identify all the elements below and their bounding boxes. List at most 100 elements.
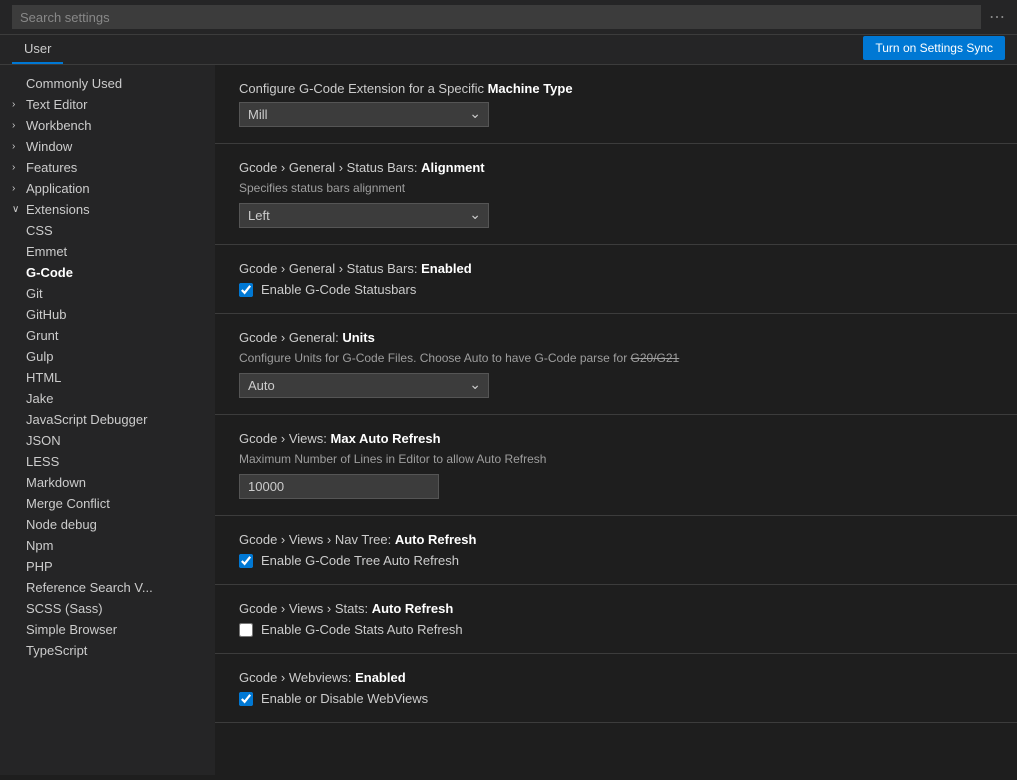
status-bar-alignment-label: Gcode › General › Status Bars: Alignment bbox=[239, 160, 993, 175]
sidebar-item-label: Npm bbox=[26, 538, 53, 553]
webviews-enabled-label-text: Enable or Disable WebViews bbox=[261, 691, 428, 706]
units-desc: Configure Units for G-Code Files. Choose… bbox=[239, 351, 993, 365]
status-bar-alignment-select[interactable]: Left Right Center bbox=[239, 203, 489, 228]
sidebar-item-javascript-debugger[interactable]: JavaScript Debugger bbox=[0, 409, 215, 430]
sidebar-item-merge-conflict[interactable]: Merge Conflict bbox=[0, 493, 215, 514]
sidebar-item-commonly-used[interactable]: Commonly Used bbox=[0, 73, 215, 94]
tab-bar: User Turn on Settings Sync bbox=[0, 35, 1017, 65]
sidebar-item-node-debug[interactable]: Node debug bbox=[0, 514, 215, 535]
sidebar-item-application[interactable]: › Application bbox=[0, 178, 215, 199]
stats-auto-refresh-label: Gcode › Views › Stats: Auto Refresh bbox=[239, 601, 993, 616]
sidebar-item-json[interactable]: JSON bbox=[0, 430, 215, 451]
sidebar-item-label: Grunt bbox=[26, 328, 59, 343]
settings-header: ⋯ bbox=[0, 0, 1017, 35]
sidebar-item-label: PHP bbox=[26, 559, 53, 574]
webviews-enabled-label: Gcode › Webviews: Enabled bbox=[239, 670, 993, 685]
sidebar-item-label: HTML bbox=[26, 370, 61, 385]
sidebar-item-label: CSS bbox=[26, 223, 53, 238]
tab-user[interactable]: User bbox=[12, 35, 63, 64]
chevron-icon: › bbox=[12, 183, 26, 194]
sidebar-item-jake[interactable]: Jake bbox=[0, 388, 215, 409]
setting-stats-auto-refresh: Gcode › Views › Stats: Auto Refresh Enab… bbox=[215, 585, 1017, 654]
sidebar-item-label: Node debug bbox=[26, 517, 97, 532]
sidebar-item-label: Extensions bbox=[26, 202, 90, 217]
nav-tree-auto-refresh-checkbox-row: Enable G-Code Tree Auto Refresh bbox=[239, 553, 993, 568]
sidebar-item-label: Application bbox=[26, 181, 90, 196]
sidebar-item-reference-search[interactable]: Reference Search V... bbox=[0, 577, 215, 598]
sidebar-item-label: Window bbox=[26, 139, 72, 154]
more-options-icon[interactable]: ⋯ bbox=[989, 7, 1005, 27]
sidebar-item-gulp[interactable]: Gulp bbox=[0, 346, 215, 367]
nav-tree-auto-refresh-label: Gcode › Views › Nav Tree: Auto Refresh bbox=[239, 532, 993, 547]
sidebar-item-label: Simple Browser bbox=[26, 622, 117, 637]
sidebar-item-label: LESS bbox=[26, 454, 59, 469]
sidebar-item-workbench[interactable]: › Workbench bbox=[0, 115, 215, 136]
sidebar: Commonly Used › Text Editor › Workbench … bbox=[0, 65, 215, 775]
sidebar-item-label: TypeScript bbox=[26, 643, 87, 658]
stats-auto-refresh-checkbox[interactable] bbox=[239, 623, 253, 637]
sidebar-item-git[interactable]: Git bbox=[0, 283, 215, 304]
sync-button[interactable]: Turn on Settings Sync bbox=[863, 36, 1005, 60]
max-auto-refresh-desc: Maximum Number of Lines in Editor to all… bbox=[239, 452, 993, 466]
sidebar-item-label: Jake bbox=[26, 391, 53, 406]
chevron-expand-icon: ∨ bbox=[12, 204, 26, 215]
setting-status-bar-alignment: Gcode › General › Status Bars: Alignment… bbox=[215, 144, 1017, 245]
machine-type-select-wrapper: Mill Lathe Other bbox=[239, 102, 489, 127]
chevron-icon: › bbox=[12, 120, 26, 131]
units-select-wrapper: Auto Metric Imperial bbox=[239, 373, 489, 398]
max-auto-refresh-input[interactable] bbox=[239, 474, 439, 499]
setting-status-bar-enabled: Gcode › General › Status Bars: Enabled E… bbox=[215, 245, 1017, 314]
sidebar-item-label: G-Code bbox=[26, 265, 73, 280]
setting-machine-type: Configure G-Code Extension for a Specifi… bbox=[215, 65, 1017, 144]
setting-max-auto-refresh: Gcode › Views: Max Auto Refresh Maximum … bbox=[215, 415, 1017, 516]
search-input[interactable] bbox=[12, 5, 981, 29]
settings-content: Configure G-Code Extension for a Specifi… bbox=[215, 65, 1017, 775]
sidebar-item-label: Reference Search V... bbox=[26, 580, 153, 595]
sidebar-item-label: Git bbox=[26, 286, 43, 301]
sidebar-item-label: Commonly Used bbox=[26, 76, 122, 91]
setting-machine-type-label: Configure G-Code Extension for a Specifi… bbox=[239, 81, 993, 96]
max-auto-refresh-label: Gcode › Views: Max Auto Refresh bbox=[239, 431, 993, 446]
sidebar-item-gcode[interactable]: G-Code bbox=[0, 262, 215, 283]
nav-tree-auto-refresh-checkbox[interactable] bbox=[239, 554, 253, 568]
sidebar-item-emmet[interactable]: Emmet bbox=[0, 241, 215, 262]
units-label: Gcode › General: Units bbox=[239, 330, 993, 345]
sidebar-item-typescript[interactable]: TypeScript bbox=[0, 640, 215, 661]
sidebar-item-css[interactable]: CSS bbox=[0, 220, 215, 241]
status-bar-alignment-select-wrapper: Left Right Center bbox=[239, 203, 489, 228]
sidebar-item-grunt[interactable]: Grunt bbox=[0, 325, 215, 346]
setting-units: Gcode › General: Units Configure Units f… bbox=[215, 314, 1017, 415]
sidebar-item-label: Features bbox=[26, 160, 77, 175]
sidebar-item-label: JavaScript Debugger bbox=[26, 412, 147, 427]
chevron-icon: › bbox=[12, 162, 26, 173]
sidebar-item-github[interactable]: GitHub bbox=[0, 304, 215, 325]
sidebar-item-simple-browser[interactable]: Simple Browser bbox=[0, 619, 215, 640]
sidebar-item-label: Merge Conflict bbox=[26, 496, 110, 511]
stats-auto-refresh-label-text: Enable G-Code Stats Auto Refresh bbox=[261, 622, 463, 637]
units-select[interactable]: Auto Metric Imperial bbox=[239, 373, 489, 398]
sidebar-item-label: Text Editor bbox=[26, 97, 87, 112]
sidebar-item-label: SCSS (Sass) bbox=[26, 601, 103, 616]
sidebar-item-features[interactable]: › Features bbox=[0, 157, 215, 178]
sidebar-item-window[interactable]: › Window bbox=[0, 136, 215, 157]
sidebar-item-scss[interactable]: SCSS (Sass) bbox=[0, 598, 215, 619]
sidebar-item-label: JSON bbox=[26, 433, 61, 448]
units-strikethrough: G20/G21 bbox=[631, 351, 680, 365]
chevron-icon: › bbox=[12, 99, 26, 110]
status-bar-enabled-checkbox-label: Enable G-Code Statusbars bbox=[261, 282, 416, 297]
sidebar-item-label: Emmet bbox=[26, 244, 67, 259]
sidebar-item-label: Gulp bbox=[26, 349, 53, 364]
status-bar-enabled-checkbox[interactable] bbox=[239, 283, 253, 297]
status-bar-enabled-checkbox-row: Enable G-Code Statusbars bbox=[239, 282, 993, 297]
sidebar-item-extensions[interactable]: ∨ Extensions bbox=[0, 199, 215, 220]
sidebar-item-npm[interactable]: Npm bbox=[0, 535, 215, 556]
sidebar-item-label: Workbench bbox=[26, 118, 92, 133]
sidebar-item-html[interactable]: HTML bbox=[0, 367, 215, 388]
sidebar-item-markdown[interactable]: Markdown bbox=[0, 472, 215, 493]
sidebar-item-text-editor[interactable]: › Text Editor bbox=[0, 94, 215, 115]
webviews-enabled-checkbox[interactable] bbox=[239, 692, 253, 706]
sidebar-item-less[interactable]: LESS bbox=[0, 451, 215, 472]
sidebar-item-php[interactable]: PHP bbox=[0, 556, 215, 577]
chevron-icon: › bbox=[12, 141, 26, 152]
machine-type-select[interactable]: Mill Lathe Other bbox=[239, 102, 489, 127]
